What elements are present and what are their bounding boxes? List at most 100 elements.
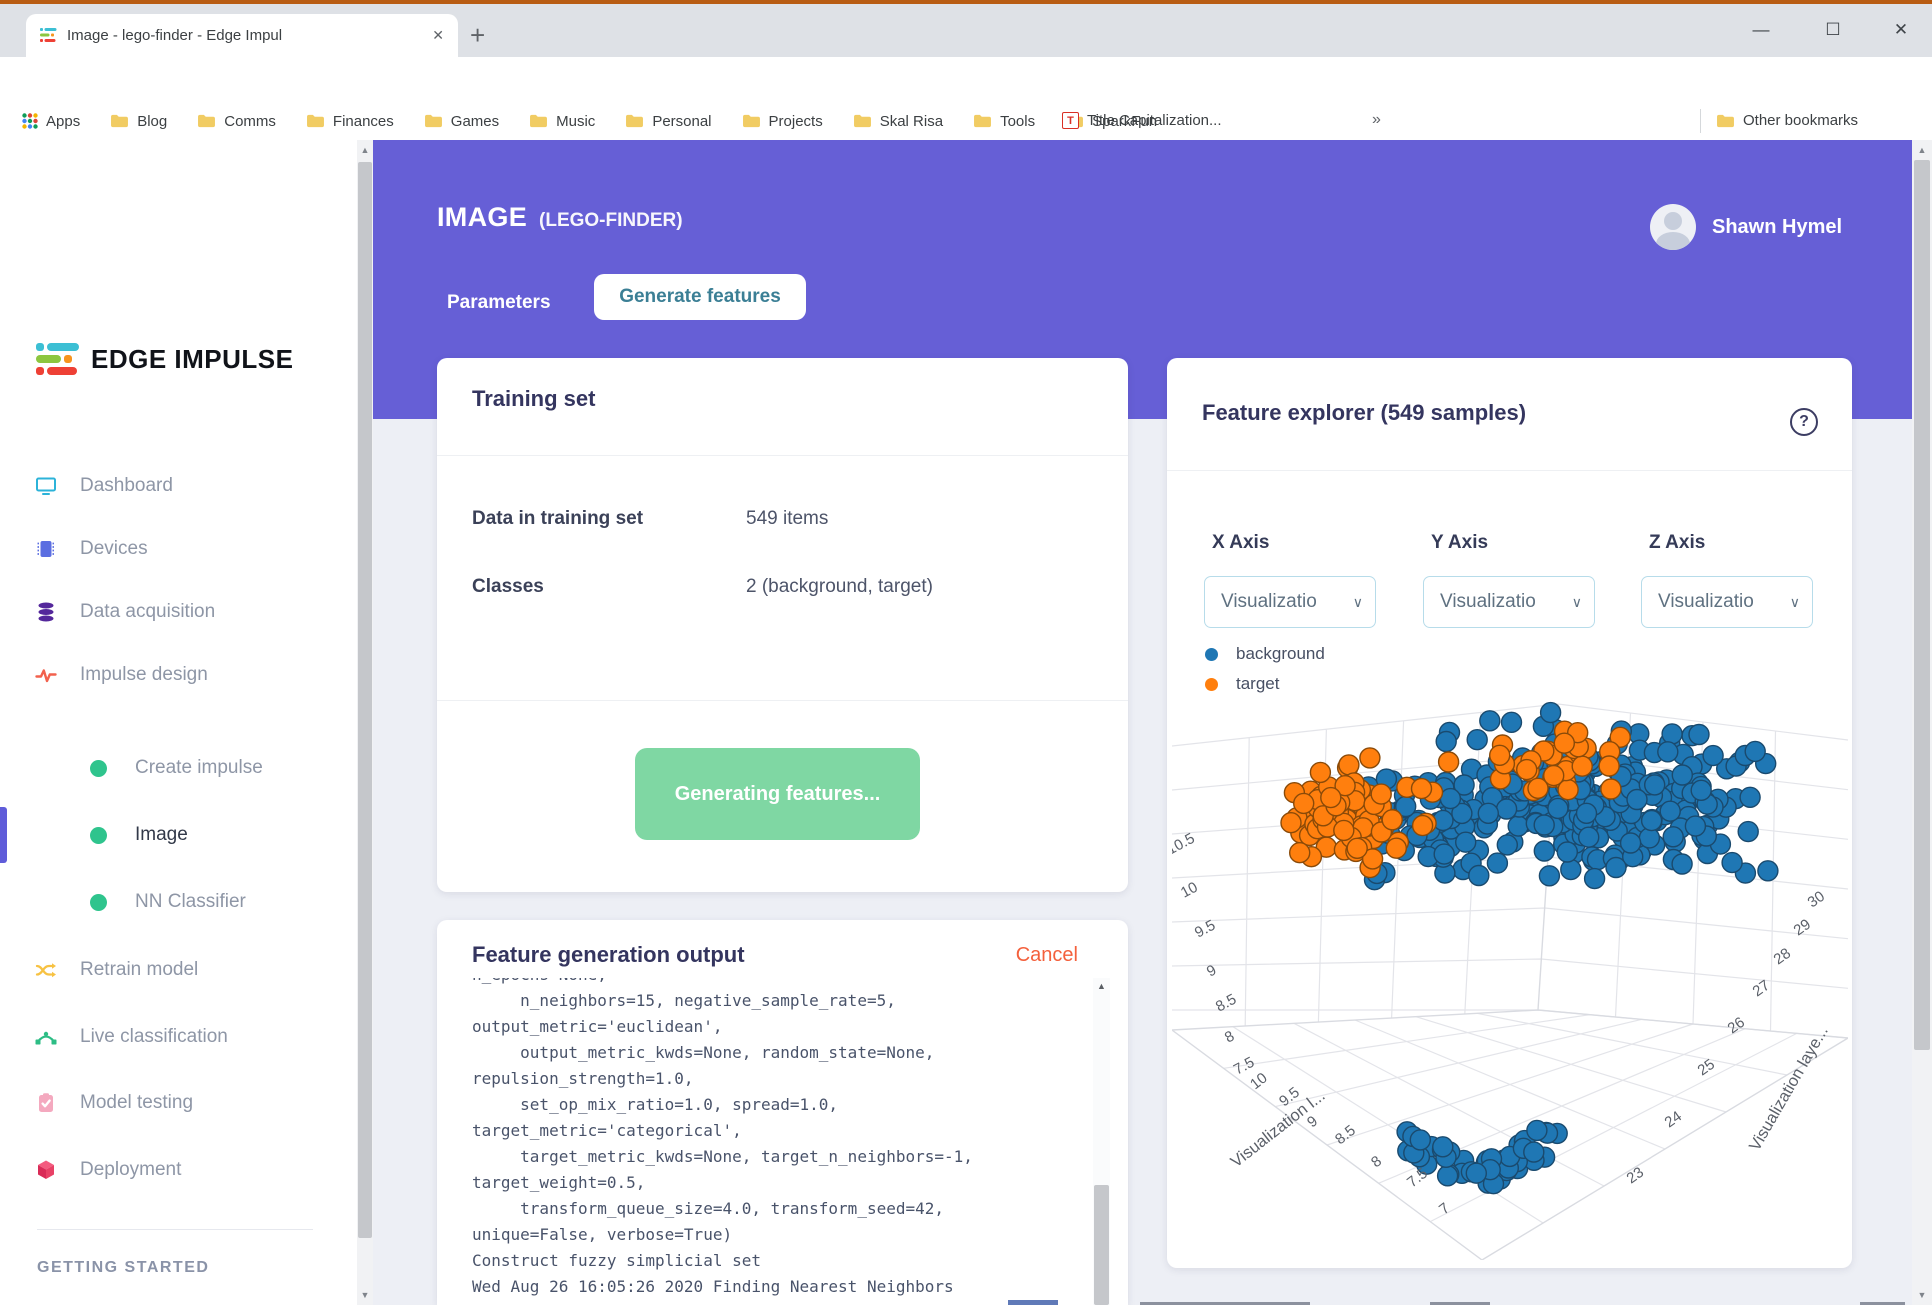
bookmark-item[interactable]: Tools bbox=[973, 113, 1035, 130]
bookmark-item[interactable]: Games bbox=[424, 113, 499, 130]
scatter-point-background[interactable] bbox=[1644, 774, 1666, 796]
sidebar-item-live-classification[interactable]: Live classification bbox=[0, 1009, 357, 1065]
bookmark-item[interactable]: Blog bbox=[110, 113, 167, 130]
scroll-up-icon[interactable]: ▲ bbox=[1912, 145, 1932, 155]
scatter-point-background[interactable] bbox=[1507, 815, 1529, 837]
sidebar-item-create-impulse[interactable]: Create impulse bbox=[0, 740, 357, 796]
bookmark-item[interactable]: Skal Risa bbox=[853, 113, 943, 130]
x-axis-select[interactable]: Visualizatio ∨ bbox=[1204, 576, 1376, 628]
scatter-point-background[interactable] bbox=[1477, 802, 1499, 825]
scatter-point-background[interactable] bbox=[1433, 843, 1455, 865]
scatter-point-target[interactable] bbox=[1385, 837, 1408, 859]
user-avatar[interactable] bbox=[1650, 204, 1696, 250]
scatter-point-target[interactable] bbox=[1381, 809, 1403, 831]
scroll-up-icon[interactable]: ▲ bbox=[357, 145, 373, 155]
scatter-point-target[interactable] bbox=[1320, 786, 1342, 809]
scatter-point-background[interactable] bbox=[1468, 864, 1490, 887]
sidebar-item-dashboard[interactable]: Dashboard bbox=[0, 458, 357, 514]
scatter-point-target[interactable] bbox=[1338, 754, 1360, 776]
bookmark-item[interactable]: Music bbox=[529, 113, 595, 130]
scatter-point-background[interactable] bbox=[1500, 711, 1523, 733]
sidebar-item-model-testing[interactable]: Model testing bbox=[0, 1075, 357, 1131]
scatter-point-background[interactable] bbox=[1409, 1129, 1432, 1151]
scatter-point-background[interactable] bbox=[1575, 802, 1598, 825]
scatter-point-target[interactable] bbox=[1309, 761, 1332, 784]
scatter-point-target[interactable] bbox=[1543, 764, 1565, 787]
close-button[interactable]: ✕ bbox=[1886, 20, 1916, 40]
scatter-point-background[interactable] bbox=[1671, 764, 1693, 786]
console-scrollbar[interactable]: ▲ bbox=[1093, 978, 1110, 1305]
sidebar-item-data-acquisition[interactable]: Data acquisition bbox=[0, 584, 357, 640]
scatter-point-target[interactable] bbox=[1359, 747, 1381, 769]
scatter-point-background[interactable] bbox=[1465, 1162, 1487, 1184]
scatter-point-background[interactable] bbox=[1657, 741, 1679, 763]
scatter-point-background[interactable] bbox=[1466, 729, 1488, 751]
scatter-point-background[interactable] bbox=[1455, 831, 1477, 853]
console-output[interactable]: n_epochs=None, n_neighbors=15, negative_… bbox=[472, 978, 1084, 1305]
legend-item-background[interactable]: background bbox=[1205, 644, 1325, 664]
scatter-point-target[interactable] bbox=[1437, 751, 1460, 773]
feature-explorer-3d-scatter[interactable]: 10.5109.598.587.5109.598.587.57302928272… bbox=[1172, 700, 1848, 1260]
scatter-point-background[interactable] bbox=[1744, 740, 1766, 763]
scrollbar-thumb[interactable] bbox=[358, 162, 372, 1238]
scatter-point-background[interactable] bbox=[1721, 851, 1743, 874]
tab-close-icon[interactable]: ✕ bbox=[432, 27, 444, 44]
scatter-point-background[interactable] bbox=[1432, 1136, 1454, 1158]
edge-impulse-logo[interactable]: EDGE IMPULSE bbox=[36, 343, 293, 375]
help-icon[interactable]: ? bbox=[1790, 408, 1818, 436]
bookmark-apps[interactable]: Apps bbox=[22, 113, 80, 130]
scatter-point-background[interactable] bbox=[1486, 852, 1509, 874]
bookmarks-overflow-chevron[interactable]: » bbox=[1372, 111, 1381, 129]
scatter-point-background[interactable] bbox=[1556, 841, 1578, 863]
scatter-point-target[interactable] bbox=[1370, 783, 1392, 805]
scrollbar-thumb[interactable] bbox=[1094, 1185, 1109, 1305]
scatter-point-target[interactable] bbox=[1333, 819, 1355, 842]
tab-parameters[interactable]: Parameters bbox=[447, 283, 551, 323]
sidebar-item-impulse-design[interactable]: Impulse design bbox=[0, 647, 357, 703]
bookmark-title-capitalization[interactable]: T Title Capitalization... bbox=[1062, 112, 1222, 129]
scatter-point-background[interactable] bbox=[1539, 701, 1562, 724]
scatter-point-background[interactable] bbox=[1640, 809, 1663, 832]
scatter-point-background[interactable] bbox=[1578, 826, 1600, 848]
scatter-point-background[interactable] bbox=[1479, 710, 1501, 732]
scatter-point-target[interactable] bbox=[1571, 755, 1593, 777]
scatter-point-target[interactable] bbox=[1346, 837, 1368, 860]
scatter-point-background[interactable] bbox=[1702, 744, 1724, 767]
scroll-down-icon[interactable]: ▼ bbox=[357, 1290, 373, 1300]
sidebar-item-image[interactable]: Image bbox=[0, 807, 357, 863]
scatter-point-background[interactable] bbox=[1583, 867, 1606, 890]
scatter-point-background[interactable] bbox=[1439, 787, 1462, 810]
scatter-point-target[interactable] bbox=[1280, 811, 1302, 834]
scatter-point-background[interactable] bbox=[1547, 797, 1569, 820]
scatter-point-target[interactable] bbox=[1553, 732, 1575, 754]
scatter-point-background[interactable] bbox=[1435, 730, 1457, 753]
scatter-point-background[interactable] bbox=[1659, 800, 1681, 822]
browser-tab[interactable]: Image - lego-finder - Edge Impul ✕ bbox=[26, 14, 458, 57]
scatter-point-background[interactable] bbox=[1533, 814, 1555, 836]
minimize-button[interactable]: — bbox=[1746, 20, 1776, 40]
scatter-point-target[interactable] bbox=[1598, 755, 1620, 777]
scatter-point-background[interactable] bbox=[1523, 1141, 1545, 1163]
scatter-point-target[interactable] bbox=[1410, 777, 1433, 800]
sidebar-item-nn-classifier[interactable]: NN Classifier bbox=[0, 874, 357, 930]
bookmark-item[interactable]: Finances bbox=[306, 113, 394, 130]
z-axis-select[interactable]: Visualizatio ∨ bbox=[1641, 576, 1813, 628]
content-scrollbar[interactable]: ▲ ▼ bbox=[357, 140, 373, 1305]
tab-generate-features[interactable]: Generate features bbox=[594, 274, 806, 320]
scatter-point-background[interactable] bbox=[1684, 815, 1707, 837]
maximize-button[interactable]: ☐ bbox=[1818, 20, 1848, 40]
bookmark-item[interactable]: Projects bbox=[742, 113, 823, 130]
scatter-point-background[interactable] bbox=[1757, 860, 1779, 882]
scatter-point-background[interactable] bbox=[1688, 723, 1710, 746]
browser-scrollbar[interactable]: ▲ ▼ bbox=[1912, 140, 1932, 1305]
scatter-point-background[interactable] bbox=[1739, 786, 1761, 809]
scrollbar-thumb[interactable] bbox=[1914, 160, 1930, 1050]
scatter-point-target[interactable] bbox=[1489, 744, 1511, 766]
scroll-up-icon[interactable]: ▲ bbox=[1093, 981, 1110, 991]
scatter-point-background[interactable] bbox=[1619, 832, 1642, 854]
scatter-point-background[interactable] bbox=[1538, 865, 1561, 887]
scatter-point-background[interactable] bbox=[1690, 779, 1712, 802]
other-bookmarks[interactable]: Other bookmarks bbox=[1716, 112, 1858, 129]
scroll-down-icon[interactable]: ▼ bbox=[1912, 1290, 1932, 1300]
legend-item-target[interactable]: target bbox=[1205, 674, 1279, 694]
